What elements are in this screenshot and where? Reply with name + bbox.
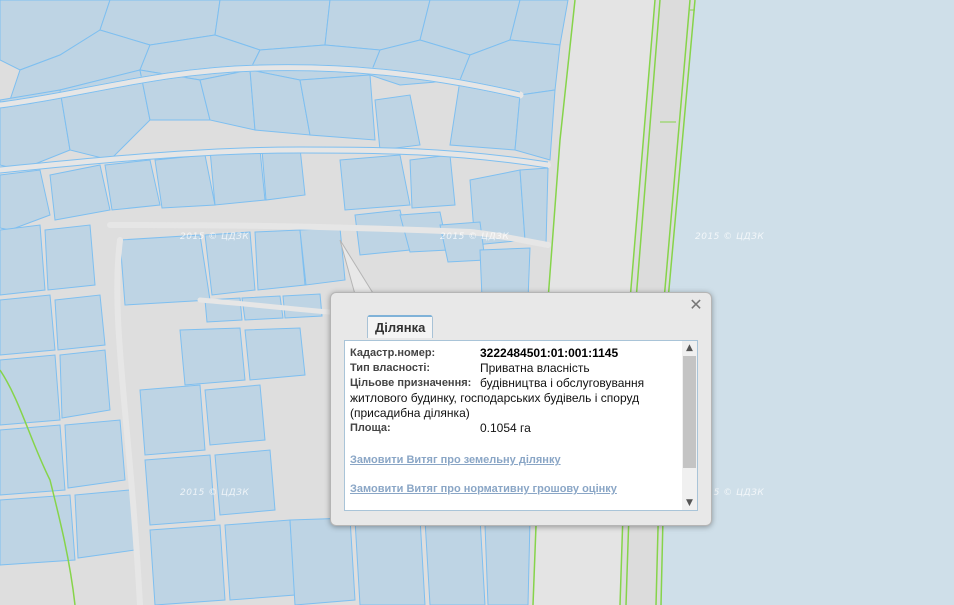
order-valuation-link[interactable]: Замовити Витяг про нормативну грошову оц…	[350, 482, 680, 497]
map-watermark: 2015 © ЦДЗК	[180, 232, 250, 242]
map-watermark: 2015 © ЦДЗК	[180, 488, 250, 498]
ownership-label: Тип власності:	[350, 362, 431, 374]
popup-pointer	[339, 239, 380, 298]
map-watermark: 2015 © ЦДЗК	[695, 232, 765, 242]
purpose-row: Цільове призначення: будівництва і обслуг…	[350, 376, 680, 421]
cadastre-row: Кадастр.номер: 3222484501:01:001:1145	[350, 346, 680, 361]
scrollbar[interactable]: ▲ ▼	[682, 341, 697, 510]
tab-parcel[interactable]: Ділянка	[367, 315, 434, 338]
purpose-value-rest: житлового будинку, господарських будівел…	[350, 391, 640, 420]
parcel-details-panel: Кадастр.номер: 3222484501:01:001:1145 Тип…	[344, 340, 698, 511]
purpose-value-line1: будівництва і обслуговування	[480, 376, 645, 390]
parcel-details: Кадастр.номер: 3222484501:01:001:1145 Тип…	[350, 346, 680, 497]
close-icon[interactable]: ✕	[689, 297, 703, 313]
area-label: Площа:	[350, 422, 391, 434]
cadastre-value: 3222484501:01:001:1145	[480, 346, 619, 360]
cadastre-label: Кадастр.номер:	[350, 347, 436, 359]
purpose-label: Цільове призначення:	[350, 377, 472, 389]
order-extract-link[interactable]: Замовити Витяг про земельну ділянку	[350, 453, 680, 468]
ownership-value: Приватна власність	[480, 361, 590, 375]
ownership-row: Тип власності: Приватна власність	[350, 361, 680, 376]
area-row: Площа: 0.1054 га	[350, 421, 680, 436]
parcel-info-popup: ✕ Ділянка Кадастр.номер: 3222484501:01:00…	[330, 292, 712, 526]
area-value: 0.1054 га	[480, 421, 531, 435]
scroll-up-icon[interactable]: ▲	[682, 341, 697, 355]
map-watermark: 2015 © ЦДЗК	[440, 232, 510, 242]
scroll-down-icon[interactable]: ▼	[682, 496, 697, 510]
scrollbar-thumb[interactable]	[683, 356, 696, 468]
